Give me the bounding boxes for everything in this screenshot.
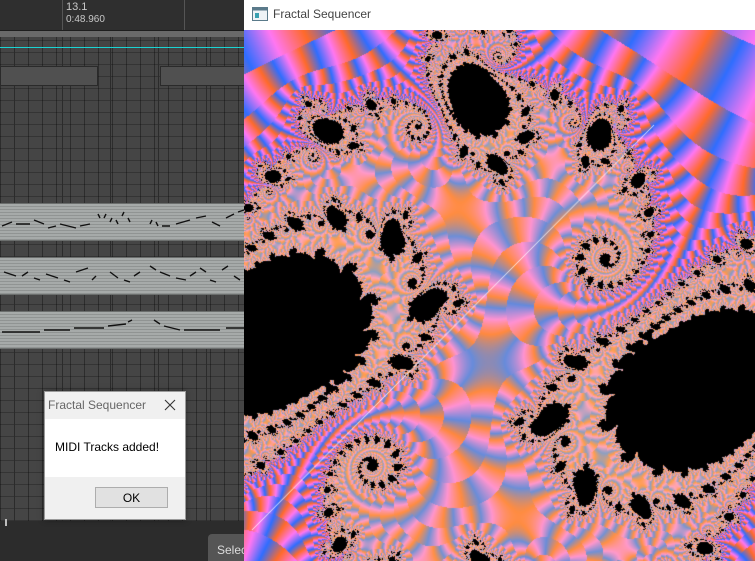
midi-notes bbox=[3, 265, 241, 283]
bar-number: 13.1 bbox=[66, 1, 88, 13]
close-icon[interactable] bbox=[161, 396, 179, 414]
ruler-tick bbox=[184, 0, 185, 30]
time-readout: 0:48.960 bbox=[66, 14, 105, 25]
status-tab[interactable]: Selec bbox=[208, 534, 245, 561]
midi-clip[interactable] bbox=[0, 311, 245, 349]
dialog-message: MIDI Tracks added! bbox=[55, 440, 160, 454]
timeline-ruler[interactable]: 13.1 0:48.960 bbox=[0, 0, 245, 31]
fractal-sequencer-window: Fractal Sequencer bbox=[244, 0, 755, 561]
dialog-body: MIDI Tracks added! bbox=[45, 419, 185, 477]
audio-clip[interactable] bbox=[0, 66, 98, 86]
automation-line bbox=[0, 47, 245, 48]
midi-clip[interactable] bbox=[0, 203, 245, 241]
app-window-icon bbox=[252, 7, 268, 21]
midi-notes bbox=[2, 319, 244, 333]
message-dialog: Fractal Sequencer MIDI Tracks added! OK bbox=[44, 391, 186, 520]
window-title: Fractal Sequencer bbox=[273, 7, 372, 21]
ok-button[interactable]: OK bbox=[95, 487, 168, 508]
dialog-title: Fractal Sequencer bbox=[48, 398, 147, 412]
midi-clip[interactable] bbox=[0, 257, 245, 295]
ruler-tick bbox=[62, 0, 63, 30]
midi-notes bbox=[1, 209, 245, 229]
audio-clip[interactable] bbox=[160, 66, 245, 86]
fractal-canvas[interactable] bbox=[244, 30, 755, 561]
window-titlebar[interactable]: Fractal Sequencer bbox=[244, 0, 755, 30]
scroll-marker[interactable] bbox=[5, 519, 7, 526]
